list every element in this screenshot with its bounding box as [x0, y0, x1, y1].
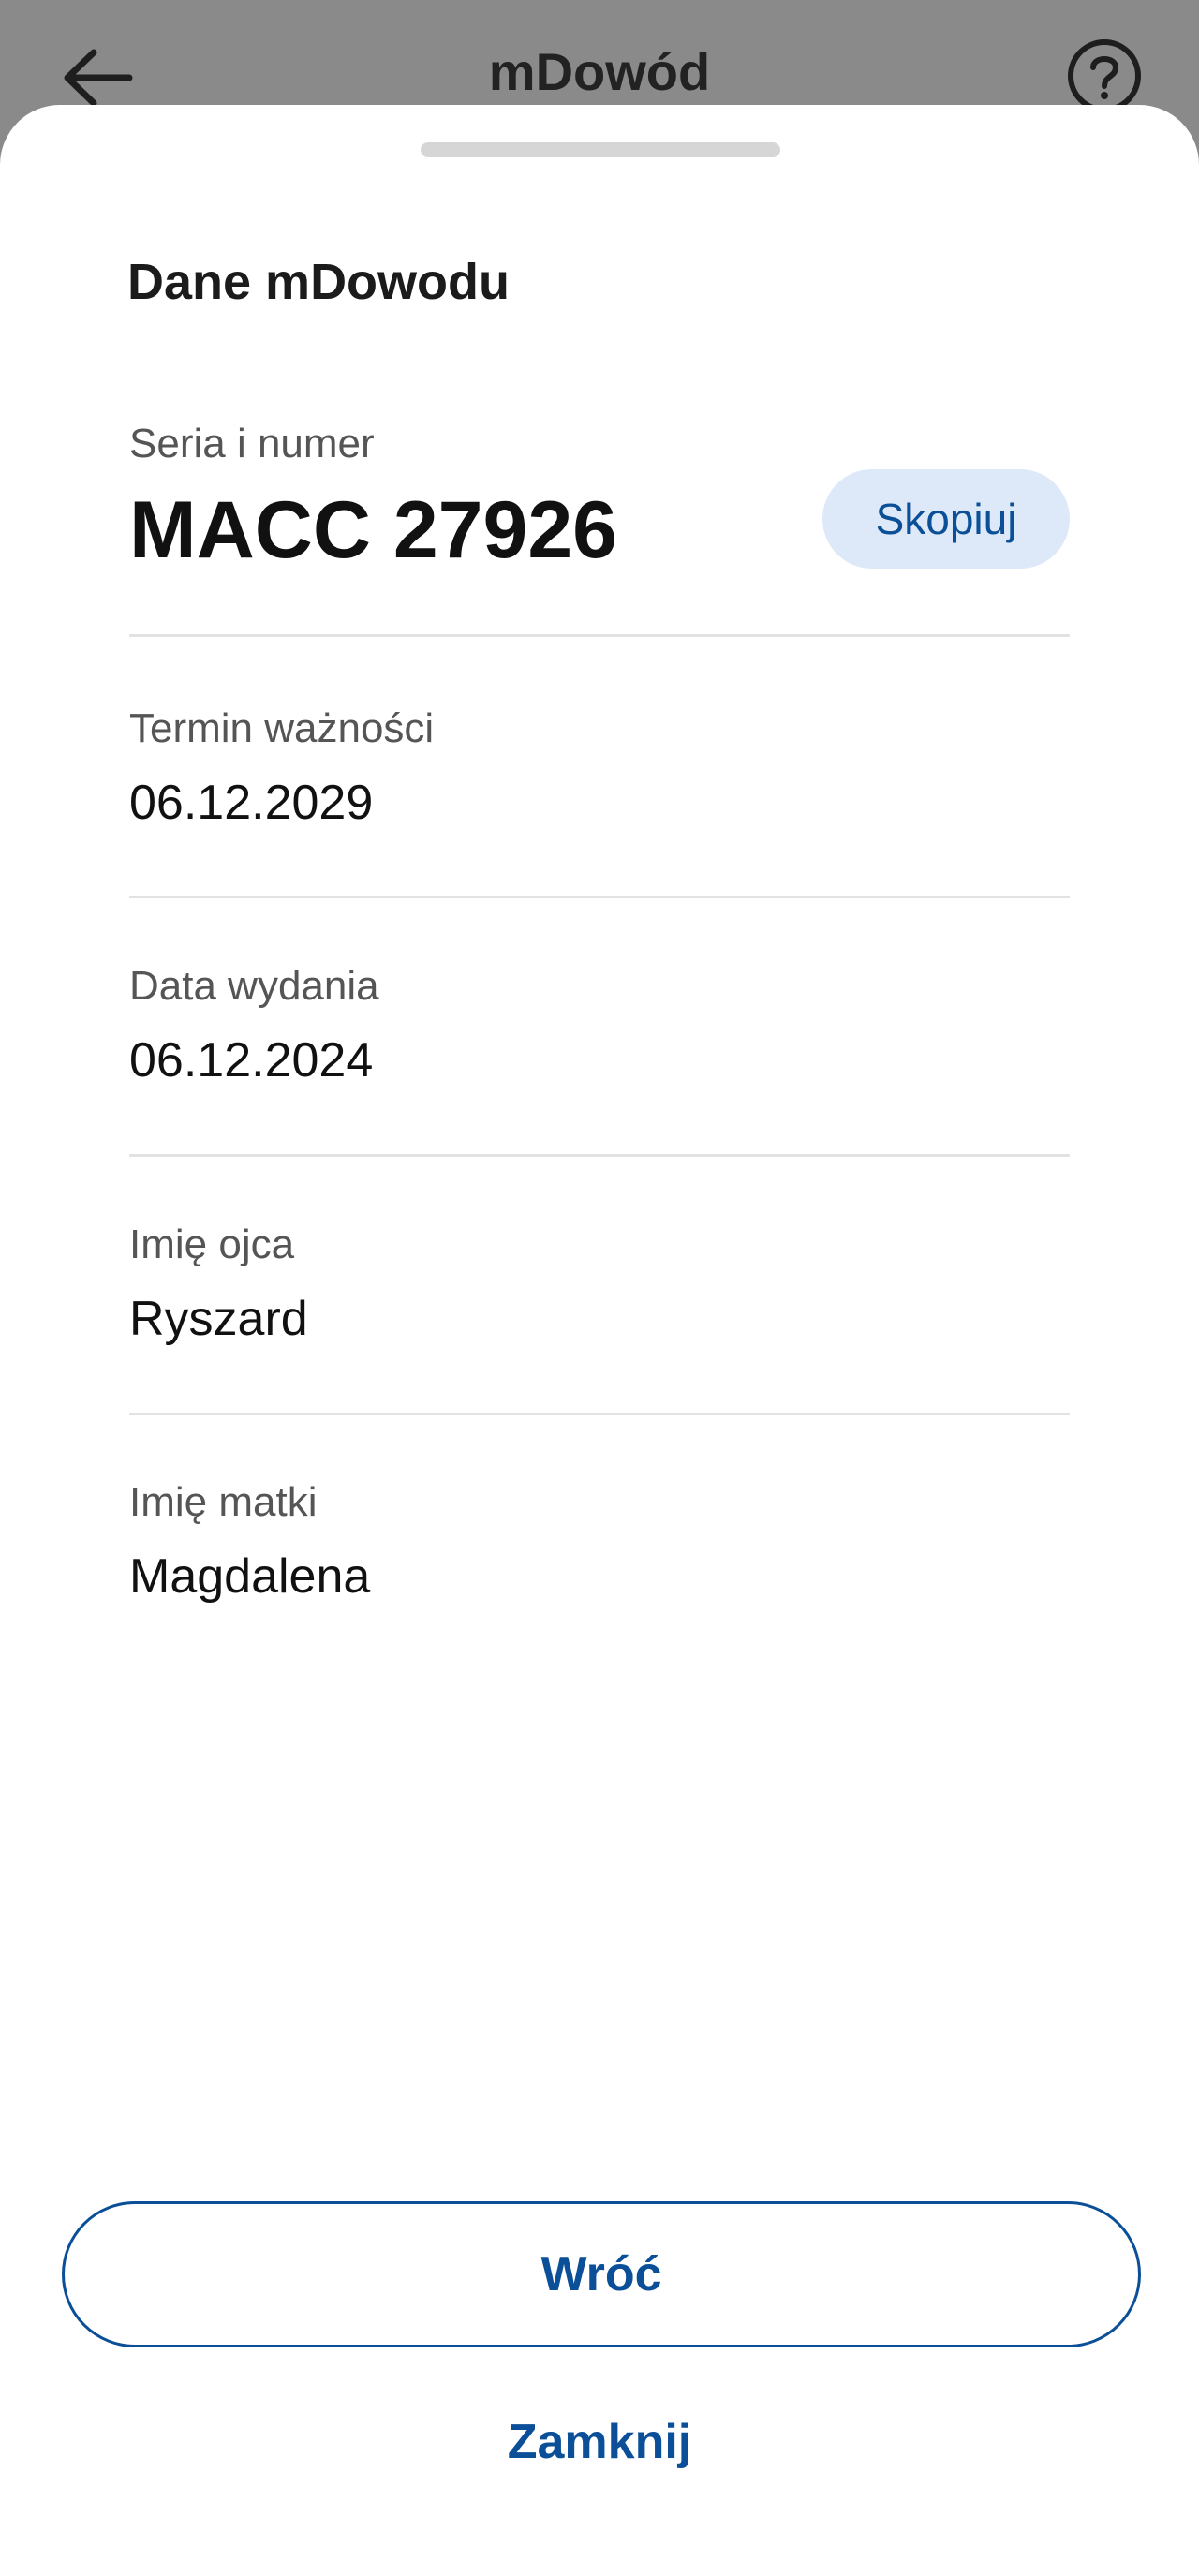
sheet-title: Dane mDowodu: [127, 254, 511, 310]
divider: [129, 1413, 1070, 1415]
field-label: Data wydania: [129, 963, 379, 1009]
page-title: mDowód: [488, 42, 711, 101]
divider: [129, 634, 1070, 637]
field-issue-date: Data wydania 06.12.2024: [129, 962, 1070, 1089]
field-label: Imię matki: [129, 1479, 318, 1525]
field-label: Termin ważności: [129, 705, 435, 751]
field-label: Imię ojca: [129, 1221, 295, 1267]
details-bottom-sheet: Dane mDowodu Seria i numer MACC 27926 Sk…: [0, 105, 1199, 2576]
close-button[interactable]: Zamknij: [412, 2391, 787, 2494]
field-mother-name: Imię matki Magdalena: [129, 1478, 1070, 1606]
field-expiry-date: Termin ważności 06.12.2029: [129, 704, 1070, 832]
field-father-name: Imię ojca Ryszard: [129, 1221, 1070, 1348]
back-button[interactable]: Wróć: [62, 2201, 1141, 2347]
copy-button[interactable]: Skopiuj: [822, 469, 1070, 569]
question-circle-icon[interactable]: [1066, 37, 1143, 114]
field-value: 06.12.2029: [129, 776, 374, 830]
field-value: Ryszard: [129, 1292, 308, 1346]
field-value: 06.12.2024: [129, 1033, 374, 1088]
field-value: Magdalena: [129, 1549, 371, 1604]
divider: [129, 896, 1070, 898]
sheet-drag-handle[interactable]: [421, 142, 780, 157]
divider: [129, 1154, 1070, 1157]
field-label: Seria i numer: [129, 421, 375, 466]
